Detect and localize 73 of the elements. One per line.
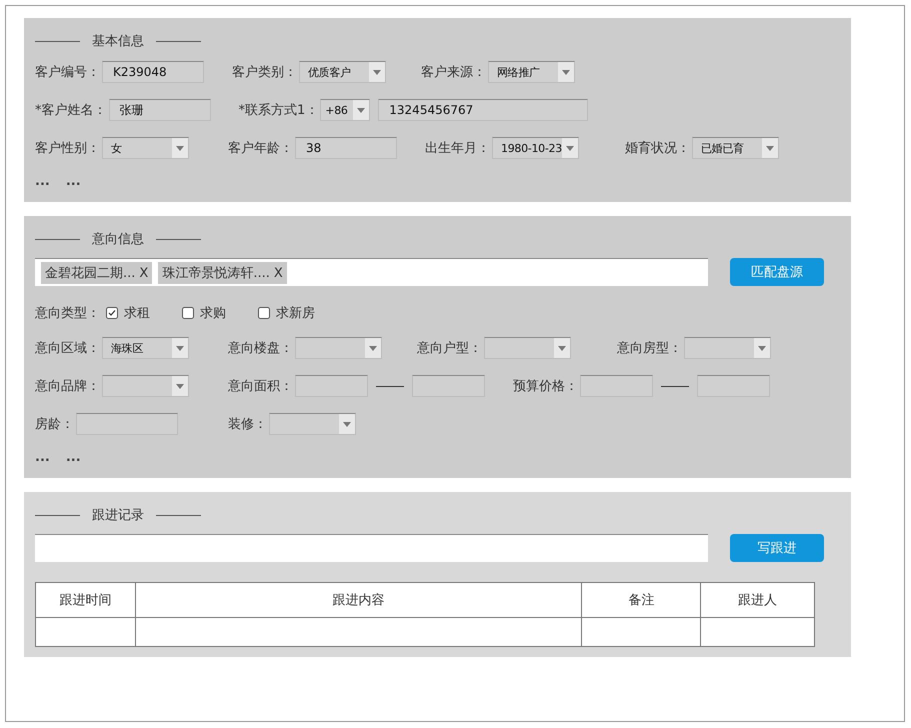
dropdown-arrow-icon [562, 70, 570, 74]
dropdown-arrow-icon [566, 146, 574, 150]
tag-input-field[interactable]: 金碧花园二期... X 珠江帝景悦涛轩.... X [35, 258, 708, 286]
text-field[interactable]: 13245456767 [378, 99, 588, 121]
dropdown-field[interactable] [269, 413, 356, 435]
column-header: 跟进内容 [135, 582, 582, 618]
checkbox[interactable] [258, 307, 270, 319]
dropdown-field[interactable]: 海珠区 [102, 337, 189, 359]
dropdown-field[interactable]: 网络推广 [488, 61, 575, 83]
field-label: 客户类别： [232, 64, 297, 81]
field-label: 客户编号： [35, 64, 100, 81]
checkbox[interactable] [106, 307, 118, 319]
dropdown-arrow-icon [176, 346, 184, 350]
dropdown-arrow-icon [766, 146, 774, 150]
dropdown-field[interactable]: 已婚已育 [692, 137, 779, 159]
tag-chip[interactable]: 珠江帝景悦涛轩.... X [158, 262, 287, 284]
column-header: 跟进人 [700, 582, 814, 618]
dropdown-field[interactable] [295, 337, 382, 359]
text-field[interactable]: 张珊 [108, 99, 210, 121]
dropdown-arrow-icon [357, 108, 366, 112]
dropdown-arrow-icon [343, 422, 351, 426]
checkbox-label: 求新房 [276, 305, 315, 322]
text-field[interactable] [412, 375, 485, 397]
checkbox-label: 求购 [200, 305, 226, 322]
dropdown-field[interactable]: 女 [102, 137, 189, 159]
field-label: *联系方式1： [238, 102, 318, 119]
ellipsis-text: ... [66, 450, 81, 467]
field-label: 意向品牌： [35, 378, 100, 395]
field-label: 意向区域： [35, 340, 100, 357]
dropdown-field[interactable]: 1980-10-23 [492, 137, 579, 159]
text-field[interactable]: 38 [295, 137, 397, 159]
field-label: 出生年月： [425, 140, 490, 157]
column-header: 跟进时间 [36, 582, 136, 618]
dropdown-arrow-icon [373, 70, 381, 74]
tag-chip[interactable]: 金碧花园二期... X [41, 262, 152, 284]
checkbox[interactable] [182, 307, 194, 319]
dropdown-field[interactable] [102, 375, 189, 397]
field-label: 意向面积： [228, 378, 293, 395]
field-label: 意向楼盘： [228, 340, 293, 357]
column-header: 备注 [582, 582, 701, 618]
field-label: 客户来源： [421, 64, 486, 81]
dropdown-field[interactable]: 优质客户 [299, 61, 386, 83]
dropdown-arrow-icon [176, 146, 184, 150]
section-title: 意向信息 [92, 231, 144, 248]
text-field[interactable] [580, 375, 653, 397]
ellipsis-text: ... [66, 174, 81, 191]
text-field[interactable] [295, 375, 368, 397]
field-label: 意向类型： [35, 305, 100, 322]
field-label: 房龄： [35, 416, 74, 433]
field-label: 预算价格： [513, 378, 578, 395]
dropdown-arrow-icon [758, 346, 766, 350]
dropdown-field[interactable]: +86 [320, 99, 370, 121]
field-label: 客户性别： [35, 140, 100, 157]
field-label: *客户姓名： [35, 102, 106, 119]
field-label: 装修： [228, 416, 267, 433]
dropdown-arrow-icon [369, 346, 377, 350]
text-field[interactable] [76, 413, 178, 435]
text-field[interactable] [697, 375, 770, 397]
section-title: 基本信息 [92, 33, 144, 50]
dropdown-arrow-icon [176, 384, 184, 388]
dropdown-field[interactable] [684, 337, 771, 359]
checkbox-label: 求租 [124, 305, 150, 322]
field-label: 意向户型： [417, 340, 482, 357]
field-label: 意向房型： [617, 340, 682, 357]
field-label: 客户年龄： [228, 140, 293, 157]
field-label: 婚育状况： [625, 140, 690, 157]
text-field[interactable]: K239048 [102, 61, 204, 83]
ellipsis-text: ... [35, 174, 50, 191]
section-title: 跟进记录 [92, 507, 144, 524]
ellipsis-text: ... [35, 450, 50, 467]
dropdown-field[interactable] [484, 337, 571, 359]
follow-up-input[interactable] [35, 534, 708, 562]
dropdown-arrow-icon [558, 346, 566, 350]
